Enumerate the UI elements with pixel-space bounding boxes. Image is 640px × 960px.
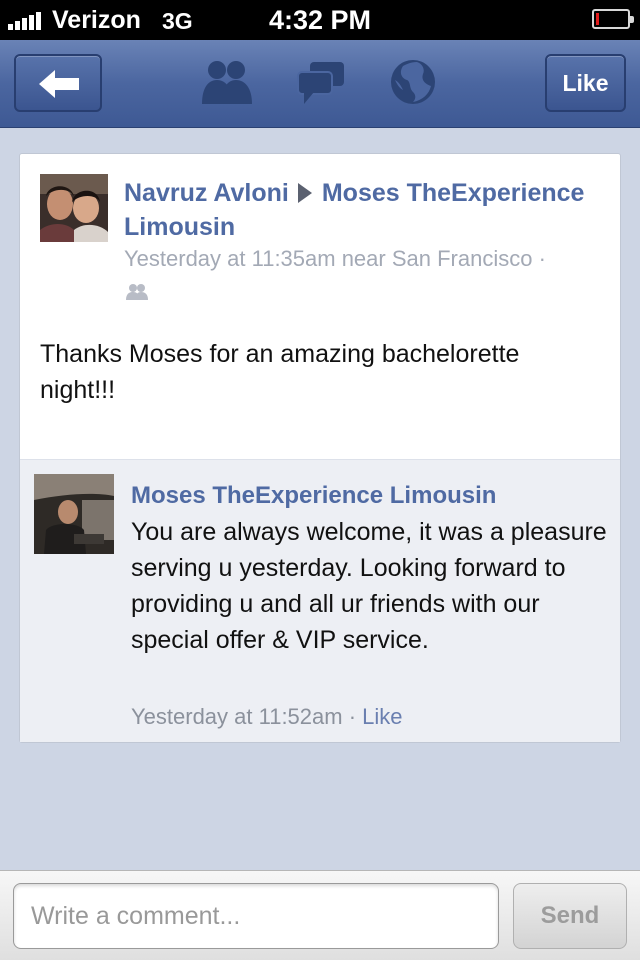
- network-type: 3G: [162, 8, 193, 34]
- comment-meta: Yesterday at 11:52am · Like: [131, 704, 403, 730]
- globe-icon[interactable]: [389, 58, 437, 106]
- comment-timestamp: Yesterday at 11:52am: [131, 704, 343, 729]
- messages-icon[interactable]: [296, 58, 346, 108]
- author-name[interactable]: Navruz Avloni: [124, 179, 289, 207]
- post-timestamp: Yesterday at 11:35am near San Francisco …: [124, 246, 546, 271]
- back-button[interactable]: [14, 54, 102, 112]
- send-button[interactable]: Send: [513, 883, 627, 949]
- battery-icon: [592, 9, 634, 29]
- post-text: Thanks Moses for an amazing bachelorette…: [40, 340, 520, 404]
- author-avatar[interactable]: [40, 174, 108, 242]
- triangle-right-icon: [297, 183, 312, 203]
- signal-strength-icon: [8, 12, 46, 30]
- comment-item: Moses TheExperience Limousin You are alw…: [20, 459, 620, 742]
- like-button[interactable]: Like: [545, 54, 626, 112]
- comment-composer: Write a comment... Send: [0, 870, 640, 960]
- comment-author[interactable]: Moses TheExperience Limousin: [131, 482, 496, 510]
- battery-level: [596, 13, 599, 25]
- post-author-line: Navruz Avloni Moses TheExperience Limousi…: [124, 176, 594, 244]
- meta-separator: ·: [342, 704, 363, 729]
- comment-text: You are always welcome, it was a pleasur…: [131, 518, 607, 654]
- back-arrow-icon: [39, 70, 79, 98]
- carrier-name: Verizon: [52, 6, 141, 34]
- navigation-bar: Like: [0, 40, 640, 128]
- comment-like-link[interactable]: Like: [362, 704, 402, 729]
- post-card: Navruz Avloni Moses TheExperience Limousi…: [19, 153, 621, 743]
- friends-icon[interactable]: [200, 58, 254, 108]
- commenter-avatar[interactable]: [34, 474, 114, 554]
- comment-input[interactable]: Write a comment...: [13, 883, 499, 949]
- status-bar: Verizon 3G 4:32 PM: [0, 0, 640, 40]
- friends-audience-icon: [126, 284, 148, 300]
